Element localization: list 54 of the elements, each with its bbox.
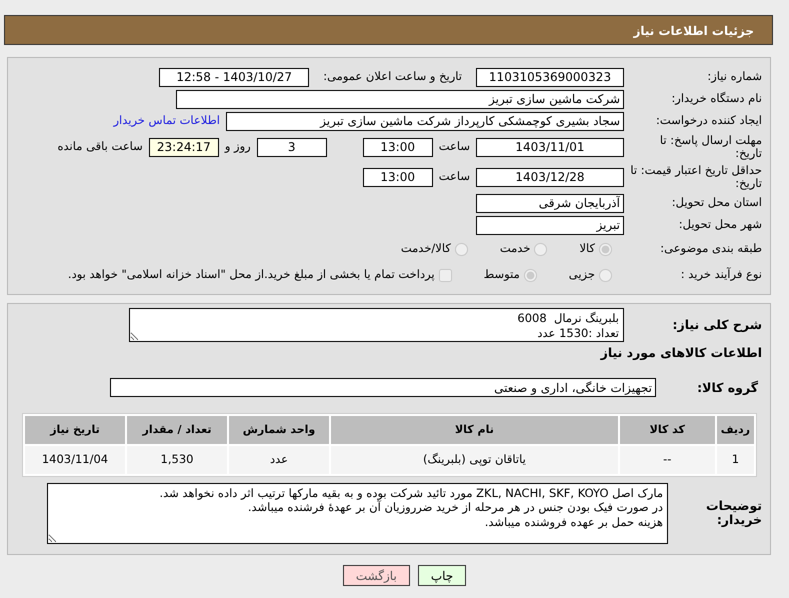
days-label: روز و (224, 138, 251, 156)
radio-label: خدمت (500, 240, 530, 258)
days-field[interactable]: 3 (256, 138, 327, 156)
requester-field[interactable]: سجاد بشیری کوچمشکی کارپرداز شرکت ماشین سازی تبریز (226, 112, 624, 130)
field-label: استان محل تحویل: (670, 196, 763, 210)
contact-link[interactable]: اطلاعات تماس خریدار (113, 112, 220, 130)
field-label: مهلت ارسال پاسخ: تا تاریخ: (658, 134, 763, 160)
column-header: تاریخ نیاز (25, 416, 125, 444)
field-label: توضیحات خریدار: (705, 498, 763, 528)
table-cell: 1 (716, 446, 754, 474)
field-label: تاریخ و ساعت اعلان عمومی: (323, 68, 462, 86)
table-cell: 1,530 (127, 446, 227, 474)
date-field[interactable]: 1403/12/28 (476, 168, 624, 186)
radio-label: متوسط (484, 266, 520, 284)
section-title: اطلاعات کالاهای مورد نیاز (599, 344, 763, 362)
radio-label: کالا/خدمت (400, 240, 451, 258)
time-label: ساعت (438, 138, 470, 156)
table-cell: عدد (229, 446, 329, 474)
field-label: طبقه بندی موضوعی: (659, 242, 763, 256)
table-cell: یاتاقان توپی (بلبرینگ) (331, 446, 618, 474)
time-field[interactable]: 13:00 (362, 138, 433, 156)
page-title-bar: جزئیات اطلاعات نیاز (4, 15, 773, 45)
need-number-field[interactable]: 1103105369000323 (476, 68, 624, 86)
announce-date-field[interactable]: 1403/10/27 - 12:58 (159, 68, 310, 86)
field-label: شماره نیاز: (706, 70, 763, 84)
field-label: شهر محل تحویل: (678, 218, 763, 232)
column-header: ردیف (716, 416, 754, 444)
column-header: تعداد / مقدار (127, 416, 227, 444)
checkbox-label: پرداخت تمام یا بخشی از مبلغ خرید.از محل "اسناد خزانه اسلامی" خواهد بود. (68, 266, 435, 284)
radio-label: جزیی (568, 266, 595, 284)
print-button[interactable]: چاپ (418, 564, 466, 586)
field-label: نوع فرآیند خرید : (680, 268, 763, 282)
field-label: ایجاد کننده درخواست: (655, 114, 763, 128)
remaining-time-field[interactable]: 23:24:17 (148, 138, 219, 156)
remaining-label: ساعت باقی مانده (58, 138, 143, 156)
description-textarea[interactable]: بلبرینگ نرمال 6008 تعداد :1530 عدد (129, 308, 624, 342)
column-header: واحد شمارش (229, 416, 329, 444)
radio-label: کالا (579, 240, 595, 258)
city-field[interactable]: تبریز (476, 216, 624, 234)
field-label: گروه کالا: (696, 380, 759, 395)
back-button[interactable]: بازگشت (342, 564, 410, 586)
buyer-org-field[interactable]: شرکت ماشین سازی تبریز (176, 90, 624, 108)
time-label: ساعت (438, 168, 470, 186)
field-label: حداقل تاریخ اعتبار قیمت: تا تاریخ: (630, 164, 763, 190)
field-label: شرح کلی نیاز: (672, 318, 763, 332)
notes-textarea[interactable]: مارک اصل ZKL, NACHI, SKF, KOYO مورد تائید شرکت بوده و به بقیه مارکها ترتیب اثر داده نخواهد شد. در صورت فیک بودن جنس در هر مرحله از خرید ضرروزیان آن بر عهدهٔ فرشنده میباشد. هزینه حمل بر عهده فروشنده میباشد. (47, 482, 668, 544)
table-cell: 1403/11/04 (25, 446, 125, 474)
field-label: نام دستگاه خریدار: (670, 92, 763, 106)
goods-group-field[interactable]: تجهیزات خانگی، اداری و صنعتی (110, 378, 656, 398)
date-field[interactable]: 1403/11/01 (476, 138, 624, 156)
column-header: نام کالا (331, 416, 618, 444)
time-field[interactable]: 13:00 (362, 168, 433, 186)
table-cell: -- (620, 446, 715, 474)
column-header: کد کالا (620, 416, 715, 444)
